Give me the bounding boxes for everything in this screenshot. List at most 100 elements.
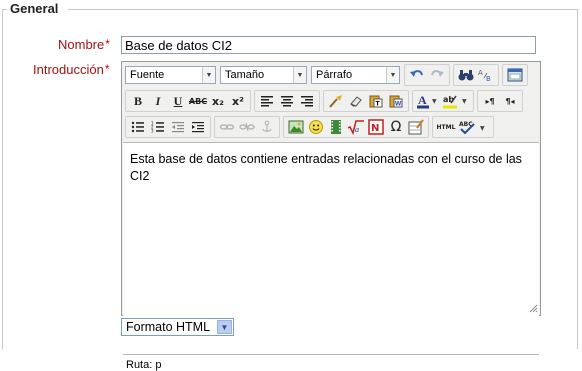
ltr-button[interactable]: ▸¶ (480, 91, 500, 111)
insert-nolink-button[interactable]: N (366, 117, 386, 137)
redo-button[interactable] (427, 65, 447, 85)
svg-text:a: a (355, 125, 359, 134)
replace-button[interactable]: AB (476, 65, 496, 85)
smiley-icon (309, 120, 323, 134)
intro-label: Introducción* (33, 62, 110, 77)
rtl-button[interactable]: ¶◂ (500, 91, 520, 111)
indent-button[interactable] (188, 117, 208, 137)
chevron-down-icon: ▼ (202, 67, 215, 83)
numbered-list-icon: 123 (151, 121, 164, 133)
align-left-icon (261, 96, 273, 107)
find-button[interactable] (456, 65, 476, 85)
align-right-icon (301, 96, 313, 107)
format-select-value: Formato HTML (126, 320, 211, 334)
resize-handle-icon[interactable] (529, 304, 538, 313)
clipboard-group: T W (323, 90, 409, 112)
strikethrough-button[interactable]: ABC (188, 91, 208, 111)
fullscreen-button[interactable] (505, 65, 525, 85)
link-group (214, 116, 280, 138)
align-center-button[interactable] (277, 91, 297, 111)
unlink-icon (239, 122, 255, 132)
undo-icon (410, 70, 423, 77)
chevron-down-icon: ▼ (293, 67, 306, 83)
svg-text:A: A (478, 69, 483, 77)
eraser-button[interactable] (346, 91, 366, 111)
fieldset-border-top-right (68, 9, 578, 10)
toolbar-row-3: 123 a N Ω HTML ABC ▼ (125, 115, 497, 139)
insert-math-button[interactable]: a (346, 117, 366, 137)
spellcheck-button[interactable]: ABC ▼ (457, 117, 491, 137)
subscript-button[interactable]: x₂ (208, 91, 228, 111)
link-icon (219, 124, 235, 130)
font-family-select[interactable]: Fuente ▼ (125, 66, 216, 84)
nolink-icon: N (368, 119, 384, 135)
fullscreen-icon (507, 68, 523, 82)
color-group: A ▼ ab ▼ (412, 90, 474, 112)
anchor-button[interactable] (257, 117, 277, 137)
align-left-button[interactable] (257, 91, 277, 111)
edit-table-icon (408, 119, 424, 135)
direction-group: ▸¶ ¶◂ (477, 90, 523, 112)
italic-button[interactable]: I (148, 91, 168, 111)
name-label: Nombre* (58, 37, 110, 52)
svg-text:N: N (371, 123, 379, 134)
paste-word-icon: W (389, 95, 403, 108)
name-required-marker: * (105, 37, 110, 51)
replace-icon: AB (478, 69, 491, 82)
font-size-select[interactable]: Tamaño ▼ (220, 66, 307, 84)
indent-icon (192, 122, 204, 133)
html-source-button[interactable]: HTML (435, 117, 457, 137)
spellcheck-icon: ABC▼ (459, 121, 485, 135)
redo-icon (431, 70, 444, 77)
chevron-down-icon: ▼ (386, 67, 399, 83)
highlight-color-button[interactable]: ab ▼ (441, 91, 471, 111)
align-right-button[interactable] (297, 91, 317, 111)
superscript-button[interactable]: x² (228, 91, 248, 111)
font-family-select-value: Fuente (130, 69, 165, 81)
fullscreen-group (502, 64, 528, 86)
name-input[interactable]: Base de datos CI2 (121, 36, 536, 54)
outdent-button[interactable] (168, 117, 188, 137)
broom-icon (329, 95, 342, 108)
rich-text-editor: Fuente ▼ Tamaño ▼ Párrafo ▼ AB B I U ABC… (121, 61, 541, 371)
svg-text:B: B (486, 75, 491, 82)
editor-status-path: Ruta: p (126, 359, 162, 371)
format-select[interactable]: Formato HTML ▼ (121, 318, 234, 336)
clean-up-button[interactable] (326, 91, 346, 111)
paragraph-format-select-value: Párrafo (316, 69, 353, 81)
unlink-button[interactable] (237, 117, 257, 137)
toolbar-row-1: Fuente ▼ Tamaño ▼ Párrafo ▼ AB (125, 63, 531, 87)
numbered-list-button[interactable]: 123 (148, 117, 168, 137)
underline-button[interactable]: U (168, 91, 188, 111)
undo-button[interactable] (407, 65, 427, 85)
binoculars-icon (458, 70, 474, 81)
source-group: HTML ABC ▼ (432, 116, 494, 138)
paste-word-button[interactable]: W (386, 91, 406, 111)
insert-link-button[interactable] (217, 117, 237, 137)
svg-text:▼: ▼ (462, 98, 467, 105)
outdent-icon (172, 122, 184, 133)
insert-table-button[interactable] (406, 117, 426, 137)
insert-emoticon-button[interactable] (306, 117, 326, 137)
fieldset-legend: General (10, 1, 59, 16)
paragraph-format-select[interactable]: Párrafo ▼ (311, 66, 400, 84)
eraser-icon (350, 96, 362, 107)
undo-redo-group (404, 64, 450, 86)
film-icon (331, 120, 341, 134)
insert-media-button[interactable] (326, 117, 346, 137)
bullet-list-button[interactable] (128, 117, 148, 137)
image-icon (288, 120, 304, 134)
intro-required-marker: * (104, 62, 110, 76)
svg-text:▼: ▼ (480, 125, 485, 132)
insert-image-button[interactable] (286, 117, 306, 137)
chevron-down-icon: ▼ (217, 320, 232, 334)
paste-text-button[interactable]: T (366, 91, 386, 111)
svg-text:W: W (395, 101, 402, 108)
text-color-button[interactable]: A ▼ (415, 91, 441, 111)
bold-button[interactable]: B (128, 91, 148, 111)
svg-text:▼: ▼ (432, 98, 437, 105)
alignment-group (254, 90, 320, 112)
fieldset-border-left (2, 9, 3, 349)
paste-text-icon: T (369, 95, 383, 108)
insert-special-char-button[interactable]: Ω (386, 117, 406, 137)
